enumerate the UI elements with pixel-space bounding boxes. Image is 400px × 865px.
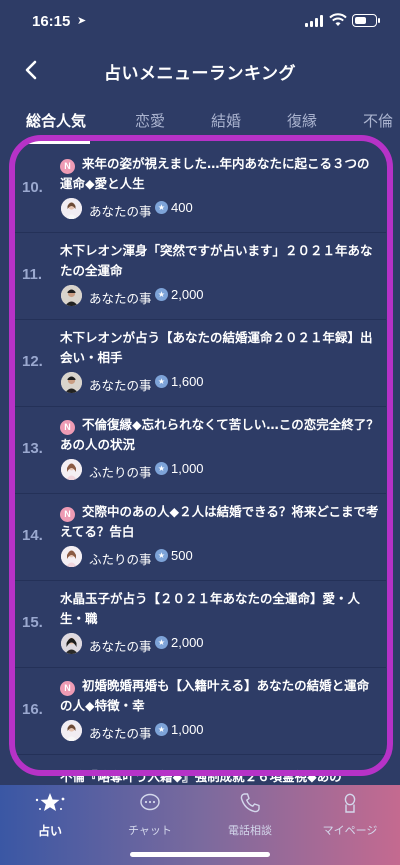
coin-icon: ★	[155, 462, 168, 475]
person-icon	[344, 793, 356, 813]
tab-affair[interactable]: 不倫	[340, 100, 400, 144]
price-value: 1,000	[171, 461, 204, 476]
avatar	[61, 720, 82, 741]
list-item[interactable]: 14. N 交際中のあの人◆２人は結婚できる？将来どこまで考えてる？告白 ふたり…	[14, 494, 386, 581]
subject-label: あなたの事	[89, 726, 152, 741]
avatar	[61, 459, 82, 480]
price: ★ 500	[155, 548, 193, 563]
status-bar: 16:15 ➤	[0, 0, 400, 44]
nav-label: 占い	[37, 824, 62, 838]
avatar	[61, 633, 82, 654]
subject-label: あなたの事	[89, 204, 152, 219]
rank-number: 15.	[22, 614, 43, 631]
coin-icon: ★	[155, 201, 168, 214]
price: ★ 1,600	[155, 374, 204, 389]
nav-item-chat[interactable]: チャット	[105, 791, 195, 838]
subject-label: ふたりの事	[89, 552, 152, 567]
coin-icon: ★	[155, 636, 168, 649]
menu-title: 初婚晩婚再婚も【入籍叶える】あなたの結婚と運命の人◆特徴・幸	[60, 678, 370, 713]
nav-label: マイページ	[322, 824, 378, 837]
battery-icon	[352, 14, 380, 27]
coin-icon: ★	[155, 288, 168, 301]
price: ★ 2,000	[155, 287, 204, 302]
signal-icon	[305, 15, 323, 27]
avatar	[61, 372, 82, 393]
page-title: 占いメニューランキング	[104, 64, 296, 84]
avatar	[61, 546, 82, 567]
price-value: 1,000	[171, 722, 204, 737]
chat-bubble-icon	[140, 793, 160, 811]
subject-label: ふたりの事	[89, 465, 152, 480]
list-item[interactable]: 12. 木下レオンが占う【あなたの結婚運命２０２１年録】出会い・相手 あなたの事…	[14, 320, 386, 407]
location-arrow-icon: ➤	[77, 14, 87, 27]
rank-number: 14.	[22, 527, 43, 544]
nav-label: 電話相談	[228, 824, 272, 837]
avatar	[61, 285, 82, 306]
menu-title: 水晶玉子が占う【２０２１年あなたの全運命】愛・人生・職	[60, 591, 361, 626]
subject-label: あなたの事	[89, 639, 152, 654]
coin-icon: ★	[155, 375, 168, 388]
screen: 16:15 ➤ 占いメニューランキング 総合人気 恋愛 結婚 復縁 不倫 10.	[0, 0, 400, 865]
header: 占いメニューランキング	[0, 44, 400, 98]
price-value: 2,000	[171, 635, 204, 650]
price: ★ 2,000	[155, 635, 204, 650]
home-indicator	[130, 852, 270, 857]
list-item[interactable]: 10. N 来年の姿が視えました…年内あなたに起こる３つの運命◆愛と人生 あなた…	[14, 146, 386, 233]
price-value: 500	[171, 548, 193, 563]
tab-love[interactable]: 恋愛	[112, 100, 188, 144]
rank-number: 13.	[22, 440, 43, 457]
tab-reunion[interactable]: 復縁	[264, 100, 340, 144]
rank-number: 10.	[22, 179, 43, 196]
nav-item-fortune[interactable]: 占い	[5, 791, 95, 839]
tab-overall[interactable]: 総合人気	[0, 100, 112, 144]
menu-title: 不倫復縁◆忘れられなくて苦しい…この恋完全終了？あの人の状況	[60, 417, 379, 452]
price: ★ 1,000	[155, 722, 204, 737]
tab-marriage[interactable]: 結婚	[188, 100, 264, 144]
coin-icon: ★	[155, 549, 168, 562]
price-value: 2,000	[171, 287, 204, 302]
price: ★ 1,000	[155, 461, 204, 476]
rank-number: 11.	[22, 266, 43, 283]
subject-label: あなたの事	[89, 291, 152, 306]
phone-icon	[240, 793, 260, 813]
nav-item-mypage[interactable]: マイページ	[305, 791, 395, 838]
wifi-icon	[329, 13, 347, 26]
rank-number: 12.	[22, 353, 43, 370]
price-value: 400	[171, 200, 193, 215]
menu-title: 来年の姿が視えました…年内あなたに起こる３つの運命◆愛と人生	[60, 156, 370, 191]
active-tab-indicator	[22, 141, 90, 144]
menu-title: 木下レオン渾身「突然ですが占います」２０２１年あなたの全運命	[60, 243, 373, 278]
price: ★ 400	[155, 200, 193, 215]
list-item-partial-title[interactable]: 不倫『略奪叶う入籍◆』強制成就２６項霊視◆あの	[60, 766, 342, 785]
rank-number: 16.	[22, 701, 43, 718]
nav-label: チャット	[128, 824, 172, 837]
ranking-list: 10. N 来年の姿が視えました…年内あなたに起こる３つの運命◆愛と人生 あなた…	[0, 146, 400, 786]
star-icon	[35, 793, 65, 811]
list-item[interactable]: 11. 木下レオン渾身「突然ですが占います」２０２１年あなたの全運命 あなたの事…	[14, 233, 386, 320]
list-item[interactable]: 13. N 不倫復縁◆忘れられなくて苦しい…この恋完全終了？あの人の状況 ふたり…	[14, 407, 386, 494]
coin-icon: ★	[155, 723, 168, 736]
menu-title: 木下レオンが占う【あなたの結婚運命２０２１年録】出会い・相手	[60, 330, 373, 365]
subject-label: あなたの事	[89, 378, 152, 393]
price-value: 1,600	[171, 374, 204, 389]
list-item[interactable]: 16. N 初婚晩婚再婚も【入籍叶える】あなたの結婚と運命の人◆特徴・幸 あなた…	[14, 668, 386, 755]
category-tabs: 総合人気 恋愛 結婚 復縁 不倫	[0, 100, 400, 144]
list-item[interactable]: 15. 水晶玉子が占う【２０２１年あなたの全運命】愛・人生・職 あなたの事 ★ 2…	[14, 581, 386, 668]
status-time: 16:15	[32, 13, 71, 30]
avatar	[61, 198, 82, 219]
nav-item-phone[interactable]: 電話相談	[205, 791, 295, 838]
menu-title: 交際中のあの人◆２人は結婚できる？将来どこまで考えてる？告白	[60, 504, 379, 539]
